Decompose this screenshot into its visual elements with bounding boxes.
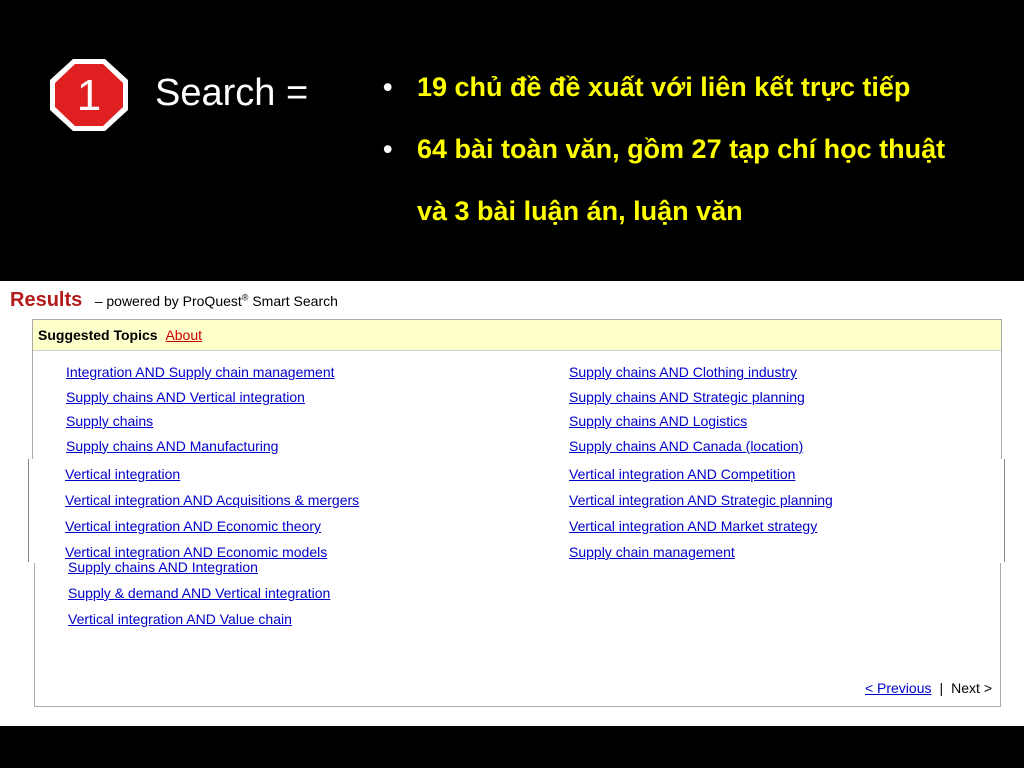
topic-link[interactable]: Supply chain management <box>569 539 833 565</box>
suggested-topics-label: Suggested Topics <box>38 327 158 343</box>
topic-link[interactable]: Supply chains AND Strategic planning <box>569 385 805 410</box>
topic-link[interactable]: Integration AND Supply chain management <box>66 360 335 385</box>
powered-by-text: – powered by ProQuest® Smart Search <box>94 292 338 309</box>
topic-link[interactable]: Supply chains <box>66 409 335 434</box>
topic-link[interactable]: Vertical integration AND Strategic plann… <box>569 487 833 513</box>
topic-link[interactable]: Supply & demand AND Vertical integration <box>68 580 330 606</box>
bullet-dot-icon: • <box>383 72 393 102</box>
topic-link[interactable]: Supply chains AND Clothing industry <box>569 360 805 385</box>
more-topics-box: Supply chains AND Integration Supply & d… <box>34 559 1001 707</box>
pager-separator: | <box>939 680 944 696</box>
topics-column-left: Integration AND Supply chain management … <box>66 360 335 458</box>
topic-link[interactable]: Supply chains AND Vertical integration <box>66 385 335 410</box>
bullet-continuation: và 3 bài luận án, luận văn <box>383 196 945 236</box>
topic-link[interactable]: Supply chains AND Manufacturing <box>66 434 335 459</box>
suggested-topics-header: Suggested Topics About <box>33 320 1001 351</box>
bullet-dot-icon: • <box>383 134 393 164</box>
step-number: 1 <box>77 71 101 120</box>
topic-link[interactable]: Vertical integration AND Economic theory <box>65 513 359 539</box>
suggested-topics-box: Suggested Topics About Integration AND S… <box>32 319 1002 461</box>
topic-link[interactable]: Supply chains AND Integration <box>68 554 330 580</box>
topic-link[interactable]: Vertical integration AND Market strategy <box>569 513 833 539</box>
bullet-item: • 64 bài toàn văn, gồm 27 tạp chí học th… <box>383 134 945 196</box>
bullet-text: và 3 bài luận án, luận văn <box>417 196 743 226</box>
topic-link[interactable]: Vertical integration <box>65 461 359 487</box>
topics-column-right: Vertical integration AND Competition Ver… <box>569 461 833 565</box>
topics-column-left: Supply chains AND Integration Supply & d… <box>68 554 330 632</box>
results-header: Results – powered by ProQuest® Smart Sea… <box>10 289 338 312</box>
topic-link[interactable]: Vertical integration AND Competition <box>569 461 833 487</box>
results-screenshot-panel: Results – powered by ProQuest® Smart Sea… <box>0 281 1024 726</box>
topics-column-left: Vertical integration Vertical integratio… <box>65 461 359 565</box>
topic-link[interactable]: Vertical integration AND Acquisitions & … <box>65 487 359 513</box>
topic-link[interactable]: Supply chains AND Canada (location) <box>569 434 805 459</box>
pagination: < Previous | Next > <box>865 680 992 696</box>
vertical-integration-topics: Vertical integration Vertical integratio… <box>28 459 1005 562</box>
topics-column-right: Supply chains AND Clothing industry Supp… <box>569 360 805 458</box>
bullet-list: • 19 chủ đề đề xuất với liên kết trực ti… <box>383 72 945 236</box>
bullet-text: 64 bài toàn văn, gồm 27 tạp chí học thuậ… <box>417 134 946 164</box>
previous-link[interactable]: < Previous <box>865 680 932 696</box>
about-link[interactable]: About <box>165 327 202 343</box>
bullet-text: 19 chủ đề đề xuất với liên kết trực tiếp <box>417 72 911 102</box>
search-label: Search = <box>155 72 309 114</box>
results-title: Results <box>10 289 83 311</box>
step-number-stop-sign-icon: 1 <box>50 59 128 131</box>
topic-link[interactable]: Supply chains AND Logistics <box>569 409 805 434</box>
topic-link[interactable]: Vertical integration AND Value chain <box>68 606 330 632</box>
bullet-item: • 19 chủ đề đề xuất với liên kết trực ti… <box>383 72 945 134</box>
next-link[interactable]: Next > <box>951 680 992 696</box>
